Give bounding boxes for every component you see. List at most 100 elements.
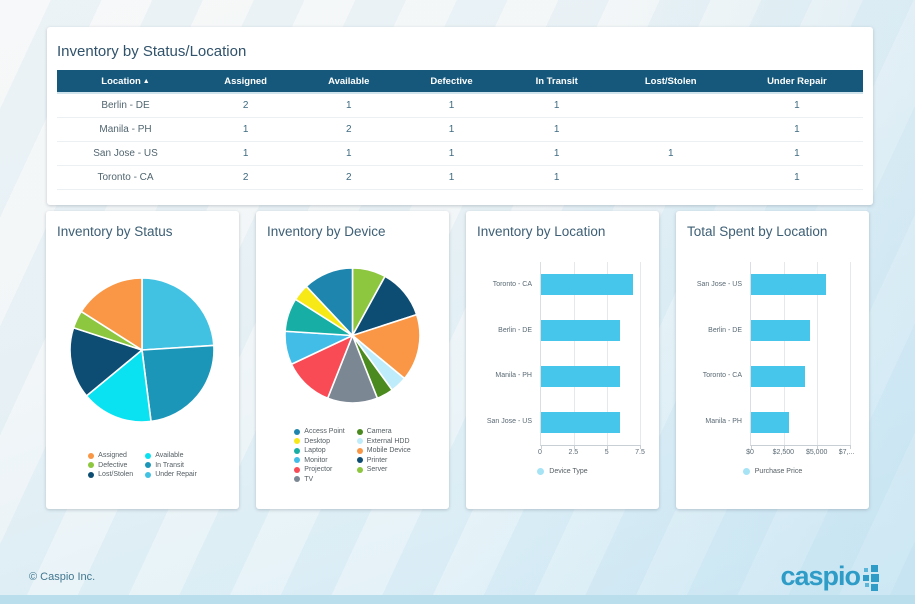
axis-tick-labels: $0$2,500$5,000$7,... [750, 449, 850, 459]
column-header-defective[interactable]: Defective [400, 70, 502, 93]
legend-label: Desktop [304, 438, 330, 445]
legend-dot-icon [357, 448, 363, 454]
legend-item-external-hdd[interactable]: External HDD [357, 438, 411, 445]
plot-area [750, 262, 850, 446]
column-header-in-transit[interactable]: In Transit [503, 70, 611, 93]
bottom-accent-bar [0, 595, 915, 604]
table-row: Manila - PH12111 [57, 118, 863, 142]
legend-label: Projector [304, 466, 332, 473]
panel-title: Inventory by Device [267, 224, 386, 239]
panel-inventory-by-status: Inventory by Status Assigned Available Def… [46, 211, 239, 509]
legend-item-monitor[interactable]: Monitor [294, 457, 344, 464]
category-label-san-jose-us: San Jose - US [697, 281, 742, 288]
legend-item-projector[interactable]: Projector [294, 466, 344, 473]
bar-toronto-ca[interactable] [541, 274, 633, 295]
legend-dot-icon [145, 453, 151, 459]
inventory-table: Location ▲AssignedAvailableDefectiveIn T… [57, 70, 863, 190]
legend-item-available[interactable]: Available [145, 452, 197, 459]
location-cell: Berlin - DE [57, 93, 194, 118]
bar-berlin-de[interactable] [751, 320, 810, 341]
column-header-available[interactable]: Available [297, 70, 400, 93]
chart-panels-row: Inventory by Status Assigned Available Def… [46, 211, 869, 509]
panel-inventory-by-location: Inventory by Location Toronto - CABerlin… [466, 211, 659, 509]
legend-item-printer[interactable]: Printer [357, 457, 411, 464]
caspio-logo-pixels-icon [863, 565, 881, 591]
bar-san-jose-us[interactable] [541, 412, 620, 433]
bar-manila-ph[interactable] [751, 412, 789, 433]
legend-label: Lost/Stolen [98, 471, 133, 478]
bar-berlin-de[interactable] [541, 320, 620, 341]
bar-legend[interactable]: Device Type [466, 468, 659, 475]
legend-item-tv[interactable]: TV [294, 476, 344, 483]
panel-title: Total Spent by Location [687, 224, 827, 239]
device-pie-chart[interactable] [284, 267, 421, 404]
bar-san-jose-us[interactable] [751, 274, 826, 295]
legend-label: External HDD [367, 438, 410, 445]
category-label-manila-ph: Manila - PH [495, 372, 532, 379]
legend-item-lost-stolen[interactable]: Lost/Stolen [88, 471, 133, 478]
legend-item-assigned[interactable]: Assigned [88, 452, 133, 459]
pie-slice-under-repair[interactable] [142, 278, 214, 350]
legend-item-camera[interactable]: Camera [357, 428, 411, 435]
bar-manila-ph[interactable] [541, 366, 620, 387]
legend-label: Laptop [304, 447, 325, 454]
legend-label: Defective [98, 462, 127, 469]
value-cell [611, 93, 731, 118]
legend-item-laptop[interactable]: Laptop [294, 447, 344, 454]
legend-dot-icon [294, 467, 300, 473]
device-pie-legend: Access Point Camera Desktop External HDD Lap… [256, 428, 449, 483]
value-cell: 2 [297, 166, 400, 190]
bar-chart-area: San Jose - US Berlin - DE Toronto - CA Mani… [676, 262, 850, 445]
tick-label: $5,000 [806, 449, 827, 456]
legend-item-access-point[interactable]: Access Point [294, 428, 344, 435]
legend-label: Access Point [304, 428, 344, 435]
legend-item-desktop[interactable]: Desktop [294, 438, 344, 445]
legend-item-under-repair[interactable]: Under Repair [145, 471, 197, 478]
legend-label: Monitor [304, 457, 327, 464]
value-cell: 1 [400, 142, 502, 166]
caspio-logo[interactable]: caspio [780, 563, 881, 591]
status-pie-chart[interactable] [69, 277, 215, 423]
legend-dot-icon [294, 448, 300, 454]
status-pie-legend: Assigned Available Defective In Transit Lost… [46, 452, 239, 478]
value-cell: 2 [194, 93, 297, 118]
panel-title: Inventory by Status [57, 224, 173, 239]
column-header-location[interactable]: Location ▲ [57, 70, 194, 93]
value-cell: 1 [731, 93, 863, 118]
legend-dot-icon [537, 468, 544, 475]
value-cell: 2 [194, 166, 297, 190]
bar-legend[interactable]: Purchase Price [676, 468, 869, 475]
category-label-toronto-ca: Toronto - CA [493, 281, 532, 288]
legend-label: In Transit [155, 462, 184, 469]
bar-chart-area: Toronto - CABerlin - DEManila - PHSan Jo… [466, 262, 640, 445]
legend-item-mobile-device[interactable]: Mobile Device [357, 447, 411, 454]
legend-item-in-transit[interactable]: In Transit [145, 462, 197, 469]
category-label-berlin-de: Berlin - DE [498, 327, 532, 334]
category-label-berlin-de: Berlin - DE [708, 327, 742, 334]
legend-dot-icon [88, 453, 94, 459]
value-cell [611, 118, 731, 142]
column-header-assigned[interactable]: Assigned [194, 70, 297, 93]
legend-dot-icon [145, 462, 151, 468]
tick-label: $7,... [839, 449, 855, 456]
category-labels: Toronto - CABerlin - DEManila - PHSan Jo… [466, 262, 540, 445]
category-label-manila-ph: Manila - PH [705, 418, 742, 425]
gridline [850, 262, 851, 445]
legend-dot-icon [357, 457, 363, 463]
bar-toronto-ca[interactable] [751, 366, 805, 387]
pie-slice-in-transit[interactable] [142, 345, 214, 421]
legend-label: Server [367, 466, 388, 473]
category-label-toronto-ca: Toronto - CA [703, 372, 742, 379]
legend-dot-icon [145, 472, 151, 478]
value-cell: 1 [611, 142, 731, 166]
column-header-lost-stolen[interactable]: Lost/Stolen [611, 70, 731, 93]
column-header-under-repair[interactable]: Under Repair [731, 70, 863, 93]
value-cell: 1 [400, 166, 502, 190]
legend-item-defective[interactable]: Defective [88, 462, 133, 469]
legend-dot-icon [357, 429, 363, 435]
value-cell [611, 166, 731, 190]
legend-label: Assigned [98, 452, 127, 459]
location-cell: Toronto - CA [57, 166, 194, 190]
inventory-table-card: Inventory by Status/Location Location ▲A… [47, 27, 873, 205]
legend-item-server[interactable]: Server [357, 466, 411, 473]
